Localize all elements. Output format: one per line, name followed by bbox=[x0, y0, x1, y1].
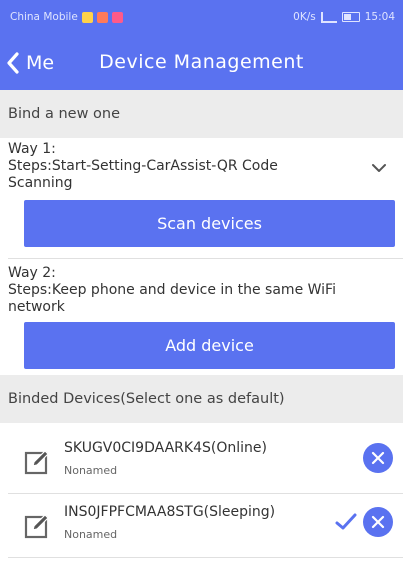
device-row[interactable]: SKUGV0CI9DAARK4S(Online) Nonamed bbox=[0, 433, 403, 493]
scan-devices-button[interactable]: Scan devices bbox=[24, 200, 395, 247]
carrier-name: China Mobile bbox=[10, 11, 78, 23]
status-left: China Mobile bbox=[10, 11, 123, 23]
battery-icon bbox=[341, 12, 360, 22]
network-speed: 0K/s bbox=[293, 11, 316, 23]
signal-icon bbox=[320, 11, 337, 23]
device-alias: Nonamed bbox=[64, 528, 118, 541]
add-device-button[interactable]: Add device bbox=[24, 322, 395, 369]
device-name: INS0JFPFCMAA8STG(Sleeping) bbox=[64, 504, 276, 520]
notification-icon bbox=[96, 11, 108, 23]
device-alias: Nonamed bbox=[64, 464, 118, 477]
close-icon bbox=[371, 515, 385, 529]
device-name: SKUGV0CI9DAARK4S(Online) bbox=[64, 440, 267, 456]
nav-bar: Me Device Management bbox=[0, 36, 403, 90]
divider bbox=[8, 493, 403, 494]
device-row[interactable]: INS0JFPFCMAA8STG(Sleeping) Nonamed bbox=[0, 497, 403, 557]
way2-title: Way 2: bbox=[8, 265, 56, 281]
way2-steps-line1: Steps:Keep phone and device in the same … bbox=[8, 282, 336, 298]
close-icon bbox=[371, 451, 385, 465]
way2-steps-line2: network bbox=[8, 299, 65, 315]
status-right: 0K/s 15:04 bbox=[293, 11, 395, 23]
chevron-down-icon[interactable] bbox=[371, 163, 387, 173]
remove-device-button[interactable] bbox=[363, 443, 393, 473]
notification-icon bbox=[81, 11, 93, 23]
way1-steps-line2: Scanning bbox=[8, 175, 73, 191]
way1-title: Way 1: bbox=[8, 141, 56, 157]
status-bar: China Mobile 0K/s 15:04 bbox=[0, 0, 403, 36]
divider bbox=[8, 258, 403, 259]
pencil-icon[interactable] bbox=[24, 447, 52, 475]
pencil-icon[interactable] bbox=[24, 511, 52, 539]
remove-device-button[interactable] bbox=[363, 507, 393, 537]
divider bbox=[8, 557, 403, 558]
way1-steps-line1: Steps:Start-Setting-CarAssist-QR Code bbox=[8, 158, 278, 174]
binded-section-header: Binded Devices(Select one as default) bbox=[0, 375, 403, 423]
bind-section-header: Bind a new one bbox=[0, 90, 403, 138]
page-title: Device Management bbox=[99, 51, 304, 73]
clock: 15:04 bbox=[364, 11, 395, 23]
notification-icon bbox=[111, 11, 123, 23]
checkmark-icon bbox=[335, 513, 357, 530]
